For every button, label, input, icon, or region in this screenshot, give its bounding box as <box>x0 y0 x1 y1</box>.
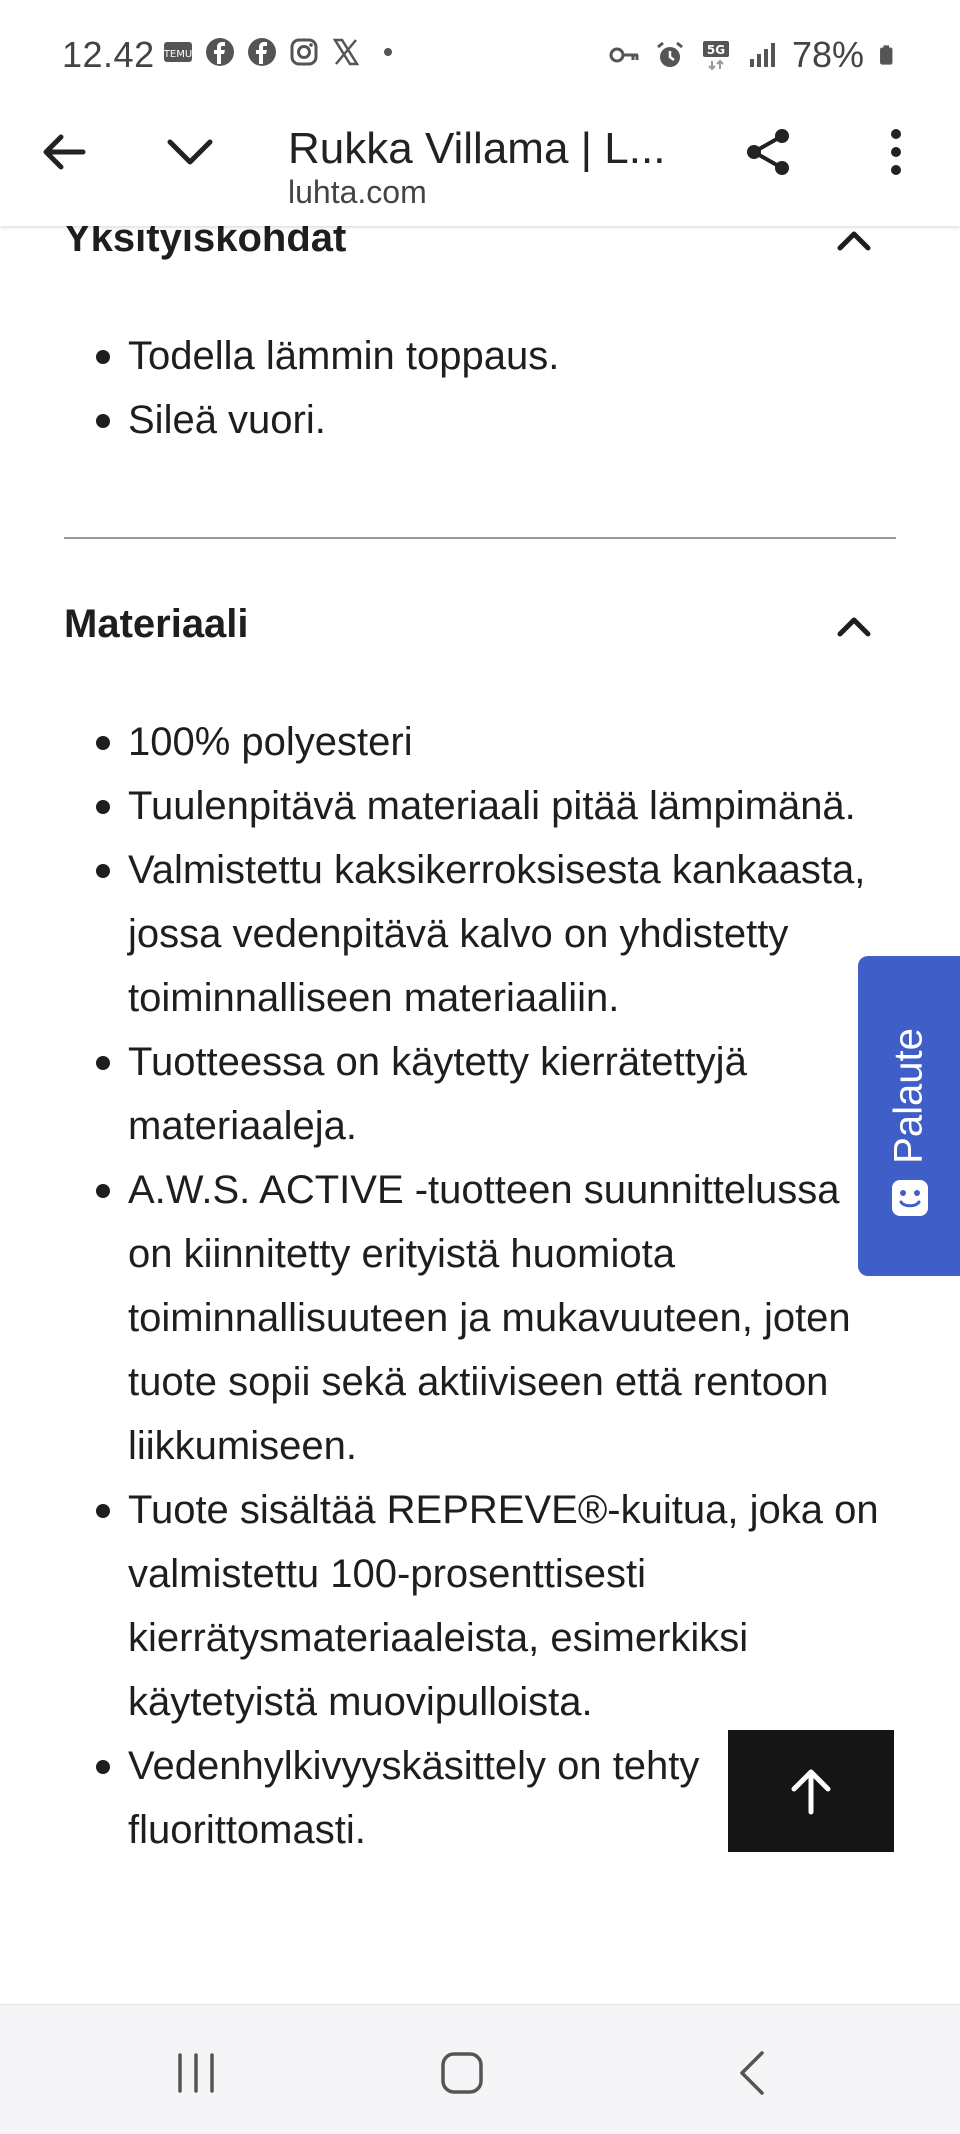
list-item: A.W.S. ACTIVE -tuotteen suunnittelussa o… <box>64 1158 884 1478</box>
facebook-icon <box>248 38 276 66</box>
page-title: Rukka Villama | L... <box>288 124 666 173</box>
svg-text:5G: 5G <box>707 43 725 57</box>
recents-icon <box>178 2053 214 2093</box>
back-to-top-button[interactable] <box>728 1730 894 1852</box>
key-icon <box>609 47 639 63</box>
section-heading-material[interactable]: Materiaali <box>64 602 249 647</box>
temu-icon: TEMU <box>163 42 192 62</box>
share-button[interactable] <box>728 112 808 192</box>
feedback-tab[interactable]: Palaute <box>858 956 960 1276</box>
back-icon <box>740 2051 764 2095</box>
svg-text:TEMU: TEMU <box>163 49 192 60</box>
notification-icons: TEMU <box>162 36 404 68</box>
list-item: Sileä vuori. <box>64 388 884 452</box>
system-icons: 5G 78% <box>608 34 900 76</box>
smiley-icon <box>892 1180 928 1216</box>
back-nav-button[interactable] <box>712 2033 792 2113</box>
chevron-up-icon[interactable] <box>830 602 878 650</box>
dot-icon <box>384 48 392 56</box>
list-item: 100% polyesteri <box>64 710 884 774</box>
home-icon <box>441 2052 483 2094</box>
section-divider <box>64 537 896 539</box>
arrow-left-icon <box>43 134 86 170</box>
list-item: Valmistettu kaksikerroksisesta kankaasta… <box>64 838 884 1030</box>
more-options-button[interactable] <box>856 112 936 192</box>
share-icon <box>747 129 789 175</box>
more-vert-icon <box>891 129 901 175</box>
status-bar: 12.42 TEMU 5G 78% <box>0 0 960 108</box>
alarm-icon <box>657 41 683 67</box>
status-time: 12.42 <box>62 34 155 75</box>
page-url: luhta.com <box>288 174 427 210</box>
signal-icon <box>749 43 775 67</box>
battery-percent: 78% <box>791 34 864 75</box>
arrow-up-icon <box>791 1769 831 1815</box>
system-nav-bar <box>0 2004 960 2134</box>
list-item: Tuotteessa on käytetty kierrätettyjä mat… <box>64 1030 884 1158</box>
battery-icon <box>880 45 893 65</box>
chevron-down-icon <box>167 139 213 165</box>
recents-button[interactable] <box>156 2033 236 2113</box>
instagram-icon <box>290 38 318 66</box>
feedback-label: Palaute <box>886 1028 931 1164</box>
list-item: Tuote sisältää REPREVE®-kuitua, joka on … <box>64 1478 884 1734</box>
facebook-icon <box>206 38 234 66</box>
network-5g-icon: 5G <box>702 41 729 71</box>
home-button[interactable] <box>422 2033 502 2113</box>
list-item: Tuulenpitävä materiaali pitää lämpimänä. <box>64 774 884 838</box>
material-list: 100% polyesteri Tuulenpitävä materiaali … <box>64 710 884 1862</box>
x-icon <box>332 38 360 66</box>
list-item: Todella lämmin toppaus. <box>64 324 884 388</box>
minimize-button[interactable] <box>150 112 230 192</box>
features-list: Todella lämmin toppaus. Sileä vuori. <box>64 324 884 452</box>
back-button[interactable] <box>24 112 104 192</box>
browser-header: Rukka Villama | L... luhta.com <box>0 100 960 226</box>
